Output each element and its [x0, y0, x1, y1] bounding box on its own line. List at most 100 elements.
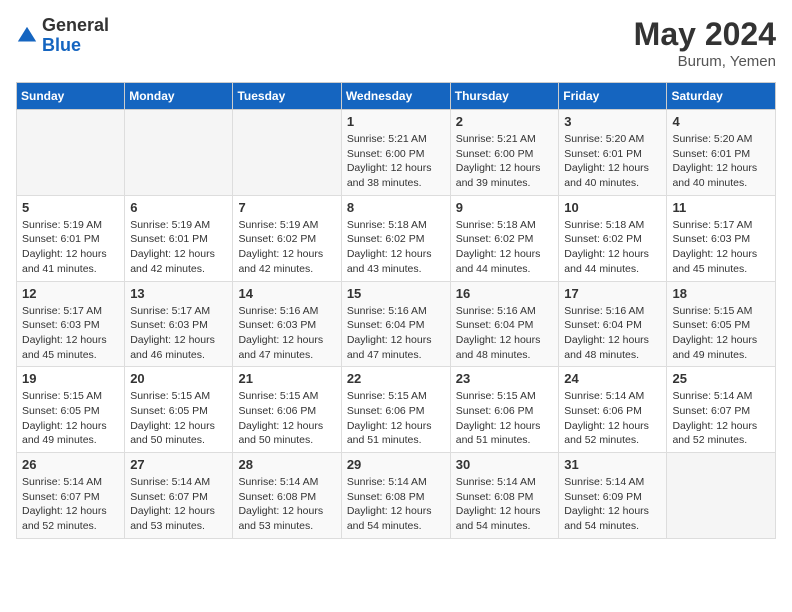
day-info: Sunrise: 5:15 AMSunset: 6:05 PMDaylight:…: [672, 304, 770, 363]
day-number: 9: [456, 200, 554, 215]
day-number: 28: [238, 457, 335, 472]
calendar-day-cell: 18 Sunrise: 5:15 AMSunset: 6:05 PMDayligh…: [667, 281, 776, 367]
day-number: 16: [456, 286, 554, 301]
day-info: Sunrise: 5:20 AMSunset: 6:01 PMDaylight:…: [564, 132, 661, 191]
calendar-day-cell: 3 Sunrise: 5:20 AMSunset: 6:01 PMDaylight…: [559, 110, 667, 196]
calendar-day-cell: 5 Sunrise: 5:19 AMSunset: 6:01 PMDaylight…: [17, 195, 125, 281]
calendar-day-cell: 12Sunrise: 5:17 AMSunset: 6:03 PMDayligh…: [17, 281, 125, 367]
calendar-day-cell: [233, 110, 341, 196]
day-number: 4: [672, 114, 770, 129]
day-number: 24: [564, 371, 661, 386]
calendar-day-cell: [667, 453, 776, 539]
day-info: Sunrise: 5:19 AMSunset: 6:02 PMDaylight:…: [238, 218, 335, 277]
day-info: Sunrise: 5:18 AMSunset: 6:02 PMDaylight:…: [564, 218, 661, 277]
day-number: 6: [130, 200, 227, 215]
day-info: Sunrise: 5:14 AMSunset: 6:09 PMDaylight:…: [564, 475, 661, 534]
day-info: Sunrise: 5:14 AMSunset: 6:06 PMDaylight:…: [564, 389, 661, 448]
calendar-day-cell: 11Sunrise: 5:17 AMSunset: 6:03 PMDayligh…: [667, 195, 776, 281]
weekday-header-cell: Tuesday: [233, 83, 341, 110]
calendar-week-row: 5 Sunrise: 5:19 AMSunset: 6:01 PMDaylight…: [17, 195, 776, 281]
calendar-day-cell: 25 Sunrise: 5:14 AMSunset: 6:07 PMDayligh…: [667, 367, 776, 453]
weekday-header-cell: Wednesday: [341, 83, 450, 110]
logo-blue: Blue: [42, 35, 81, 55]
day-number: 12: [22, 286, 119, 301]
day-info: Sunrise: 5:15 AMSunset: 6:06 PMDaylight:…: [238, 389, 335, 448]
day-number: 17: [564, 286, 661, 301]
day-number: 14: [238, 286, 335, 301]
day-info: Sunrise: 5:14 AMSunset: 6:07 PMDaylight:…: [22, 475, 119, 534]
calendar-day-cell: 22Sunrise: 5:15 AMSunset: 6:06 PMDayligh…: [341, 367, 450, 453]
calendar-body: 1Sunrise: 5:21 AMSunset: 6:00 PMDaylight…: [17, 110, 776, 539]
day-info: Sunrise: 5:15 AMSunset: 6:06 PMDaylight:…: [456, 389, 554, 448]
calendar-week-row: 12 Sunrise: 5:17 AMSunset: 6:03 PMDayligh…: [17, 281, 776, 367]
day-number: 8: [347, 200, 445, 215]
day-info: Sunrise: 5:16 AMSunset: 6:04 PMDaylight:…: [456, 304, 554, 363]
calendar-week-row: 19 Sunrise: 5:15 AMSunset: 6:05 PMDayligh…: [17, 367, 776, 453]
day-info: Sunrise: 5:15 AMSunset: 6:05 PMDaylight:…: [130, 389, 227, 448]
logo-icon: [16, 25, 38, 47]
calendar-day-cell: 28Sunrise: 5:14 AMSunset: 6:08 PMDayligh…: [233, 453, 341, 539]
month-year: May 2024: [634, 16, 776, 53]
day-info: Sunrise: 5:19 AMSunset: 6:01 PMDaylight:…: [22, 218, 119, 277]
calendar-day-cell: 16 Sunrise: 5:16 AMSunset: 6:04 PMDayligh…: [450, 281, 559, 367]
calendar-day-cell: 8 Sunrise: 5:18 AMSunset: 6:02 PMDaylight…: [341, 195, 450, 281]
day-number: 27: [130, 457, 227, 472]
day-info: Sunrise: 5:21 AMSunset: 6:00 PMDaylight:…: [347, 132, 445, 191]
day-info: Sunrise: 5:14 AMSunset: 6:08 PMDaylight:…: [456, 475, 554, 534]
calendar-day-cell: 4Sunrise: 5:20 AMSunset: 6:01 PMDaylight…: [667, 110, 776, 196]
calendar-day-cell: 29 Sunrise: 5:14 AMSunset: 6:08 PMDayligh…: [341, 453, 450, 539]
calendar-day-cell: 31Sunrise: 5:14 AMSunset: 6:09 PMDayligh…: [559, 453, 667, 539]
day-info: Sunrise: 5:15 AMSunset: 6:06 PMDaylight:…: [347, 389, 445, 448]
day-number: 19: [22, 371, 119, 386]
calendar-day-cell: 20 Sunrise: 5:15 AMSunset: 6:05 PMDayligh…: [125, 367, 233, 453]
day-info: Sunrise: 5:18 AMSunset: 6:02 PMDaylight:…: [347, 218, 445, 277]
logo: General Blue: [16, 16, 109, 56]
day-number: 3: [564, 114, 661, 129]
calendar-day-cell: 23 Sunrise: 5:15 AMSunset: 6:06 PMDayligh…: [450, 367, 559, 453]
day-number: 21: [238, 371, 335, 386]
day-info: Sunrise: 5:15 AMSunset: 6:05 PMDaylight:…: [22, 389, 119, 448]
day-number: 18: [672, 286, 770, 301]
calendar-day-cell: 10 Sunrise: 5:18 AMSunset: 6:02 PMDayligh…: [559, 195, 667, 281]
weekday-header-cell: Thursday: [450, 83, 559, 110]
day-info: Sunrise: 5:21 AMSunset: 6:00 PMDaylight:…: [456, 132, 554, 191]
day-info: Sunrise: 5:16 AMSunset: 6:03 PMDaylight:…: [238, 304, 335, 363]
day-info: Sunrise: 5:14 AMSunset: 6:08 PMDaylight:…: [347, 475, 445, 534]
weekday-header-cell: Monday: [125, 83, 233, 110]
calendar-day-cell: 19 Sunrise: 5:15 AMSunset: 6:05 PMDayligh…: [17, 367, 125, 453]
weekday-header-cell: Sunday: [17, 83, 125, 110]
calendar-day-cell: [125, 110, 233, 196]
day-number: 26: [22, 457, 119, 472]
day-info: Sunrise: 5:18 AMSunset: 6:02 PMDaylight:…: [456, 218, 554, 277]
calendar-week-row: 26 Sunrise: 5:14 AMSunset: 6:07 PMDayligh…: [17, 453, 776, 539]
calendar-day-cell: 24 Sunrise: 5:14 AMSunset: 6:06 PMDayligh…: [559, 367, 667, 453]
calendar-week-row: 1Sunrise: 5:21 AMSunset: 6:00 PMDaylight…: [17, 110, 776, 196]
weekday-header-cell: Saturday: [667, 83, 776, 110]
calendar-day-cell: 2Sunrise: 5:21 AMSunset: 6:00 PMDaylight…: [450, 110, 559, 196]
day-info: Sunrise: 5:14 AMSunset: 6:07 PMDaylight:…: [672, 389, 770, 448]
calendar-day-cell: 9 Sunrise: 5:18 AMSunset: 6:02 PMDaylight…: [450, 195, 559, 281]
day-info: Sunrise: 5:16 AMSunset: 6:04 PMDaylight:…: [564, 304, 661, 363]
calendar-day-cell: 1Sunrise: 5:21 AMSunset: 6:00 PMDaylight…: [341, 110, 450, 196]
day-number: 7: [238, 200, 335, 215]
calendar-day-cell: 14 Sunrise: 5:16 AMSunset: 6:03 PMDayligh…: [233, 281, 341, 367]
day-info: Sunrise: 5:17 AMSunset: 6:03 PMDaylight:…: [130, 304, 227, 363]
weekday-header-row: SundayMondayTuesdayWednesdayThursdayFrid…: [17, 83, 776, 110]
day-number: 15: [347, 286, 445, 301]
calendar-day-cell: 21 Sunrise: 5:15 AMSunset: 6:06 PMDayligh…: [233, 367, 341, 453]
calendar-day-cell: 15Sunrise: 5:16 AMSunset: 6:04 PMDayligh…: [341, 281, 450, 367]
day-info: Sunrise: 5:14 AMSunset: 6:07 PMDaylight:…: [130, 475, 227, 534]
title-block: May 2024 Burum, Yemen: [634, 16, 776, 70]
location: Burum, Yemen: [634, 53, 776, 70]
day-number: 20: [130, 371, 227, 386]
day-number: 23: [456, 371, 554, 386]
calendar-day-cell: 26 Sunrise: 5:14 AMSunset: 6:07 PMDayligh…: [17, 453, 125, 539]
day-number: 29: [347, 457, 445, 472]
calendar-day-cell: 30Sunrise: 5:14 AMSunset: 6:08 PMDayligh…: [450, 453, 559, 539]
calendar-day-cell: [17, 110, 125, 196]
day-number: 10: [564, 200, 661, 215]
logo-text: General Blue: [42, 16, 109, 56]
day-number: 25: [672, 371, 770, 386]
day-number: 5: [22, 200, 119, 215]
day-info: Sunrise: 5:17 AMSunset: 6:03 PMDaylight:…: [672, 218, 770, 277]
